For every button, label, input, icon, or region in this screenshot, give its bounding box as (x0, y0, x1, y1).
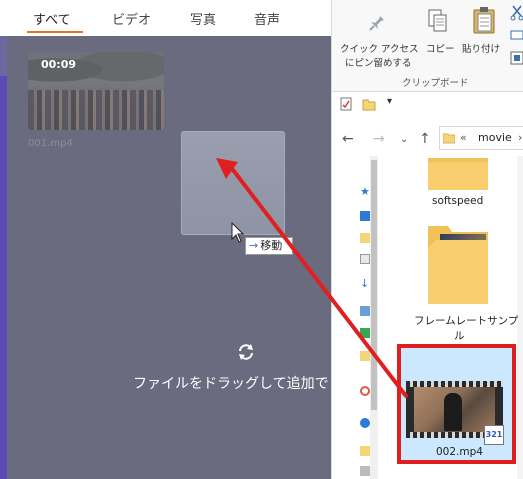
tab-all[interactable]: すべて (33, 9, 71, 28)
file-label-framerate-line1: フレームレートサンプ (414, 315, 519, 327)
pictures-icon[interactable] (360, 306, 370, 316)
folder-icon (443, 133, 455, 144)
nav-folder-icon[interactable] (360, 233, 370, 243)
navigation-pane: ★ ↓ (332, 156, 378, 479)
active-tab-underline (27, 31, 83, 33)
file-label-softspeed: softspeed (432, 195, 484, 207)
drop-hint-text: ファイルをドラッグして追加で (133, 376, 329, 392)
recent-locations-button[interactable]: ⌄ (400, 134, 408, 145)
tab-video[interactable]: ビデオ (112, 9, 151, 28)
properties-icon[interactable] (340, 97, 352, 111)
file-label-002: 002.mp4 (436, 446, 483, 458)
media-duration: 00:09 (41, 58, 77, 71)
app-accent-strip (0, 0, 7, 479)
qat-dropdown-icon[interactable]: ▾ (387, 96, 392, 107)
folder-icon-framerate (428, 226, 488, 304)
address-bar[interactable]: « movie › (439, 126, 523, 150)
clipboard-group-label: クリップボード (402, 78, 469, 89)
folder-icon-softspeed (428, 158, 488, 190)
pin-label-line1: クイック アクセス (340, 44, 419, 55)
pin-icon (369, 12, 384, 31)
creative-cloud-icon[interactable] (360, 386, 370, 396)
pin-label-line2: にピン留めする (345, 58, 412, 69)
file-label-framerate-line2: ル (454, 330, 465, 342)
breadcrumb-overflow[interactable]: « (460, 131, 467, 144)
cut-copypath-shortcut-icons[interactable] (510, 4, 523, 66)
drag-move-tooltip: → 移動 (245, 237, 293, 255)
new-folder-icon[interactable] (362, 97, 376, 111)
nav-item-icon[interactable] (360, 466, 370, 476)
copy-label: コピー (426, 44, 455, 55)
media-app: すべて ビデオ 写真 音声 00:09 001.mp4 ファイルをドラッグして追… (0, 0, 331, 479)
mouse-cursor-icon (231, 222, 245, 243)
screenshot: すべて ビデオ 写真 音声 00:09 001.mp4 ファイルをドラッグして追… (0, 0, 523, 479)
nav-pane-scrollbar-thumb[interactable] (371, 160, 377, 410)
breadcrumb-movie[interactable]: movie (478, 131, 512, 144)
up-button[interactable]: ↑ (419, 131, 431, 147)
back-button[interactable]: ← (342, 131, 354, 147)
move-arrow-icon: → (249, 239, 259, 252)
quick-access-star-icon[interactable]: ★ (360, 185, 370, 198)
drive-icon[interactable] (360, 328, 370, 338)
nav-folder-icon-3[interactable] (360, 446, 370, 456)
media-player-badge-icon: 321 (484, 425, 504, 445)
refresh-icon (239, 344, 253, 360)
media-drop-area[interactable]: 00:09 001.mp4 ファイルをドラッグして追加で (7, 36, 331, 479)
media-filter-tabs: すべて ビデオ 写真 音声 (0, 0, 331, 36)
tab-audio[interactable]: 音声 (254, 9, 280, 28)
drag-move-label: 移動 (260, 239, 283, 252)
documents-icon[interactable] (360, 254, 370, 264)
forward-button[interactable]: → (373, 131, 385, 147)
desktop-icon[interactable] (360, 211, 370, 221)
copy-icon (428, 9, 447, 32)
media-filename: 001.mp4 (28, 138, 73, 149)
onedrive-icon[interactable] (360, 418, 370, 428)
downloads-icon[interactable]: ↓ (360, 277, 370, 290)
breadcrumb-chevron-icon[interactable]: › (518, 131, 522, 144)
quick-access-toolbar: ▾ (332, 93, 523, 117)
paste-label: 貼り付け (462, 44, 501, 55)
clipboard-icon (473, 7, 495, 34)
tab-photo[interactable]: 写真 (190, 9, 216, 28)
drag-ghost-preview (181, 131, 285, 235)
ribbon-clipboard: クイック アクセス にピン留めする コピー 貼り付け クリップボード (332, 0, 523, 92)
nav-folder-icon-2[interactable] (360, 351, 370, 361)
